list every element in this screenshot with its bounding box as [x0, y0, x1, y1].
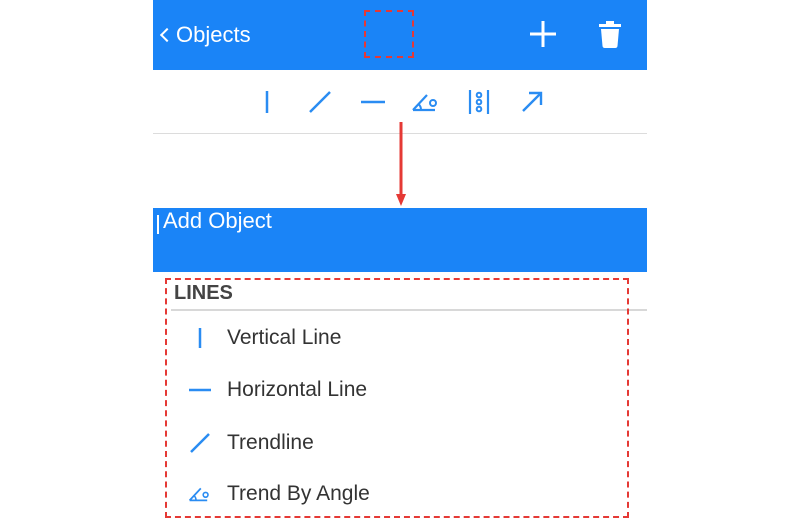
object-type-list: LINES Vertical Line Horizontal Line Tren… [153, 272, 647, 505]
fibonacci-icon [468, 90, 490, 114]
objects-back-button[interactable]: Objects [158, 0, 251, 70]
menu-item-label: Horizontal Line [227, 378, 368, 401]
down-arrow-connector [396, 122, 406, 206]
section-divider [171, 309, 647, 311]
plus-icon [530, 21, 556, 47]
horizontal-line-icon [189, 388, 211, 392]
menu-item-horizontal-line[interactable]: Horizontal Line [173, 366, 613, 414]
menu-item-trend-by-angle[interactable]: Trend By Angle [173, 470, 613, 518]
trendline-icon [190, 433, 210, 453]
tool-arrow[interactable] [517, 87, 547, 117]
chevron-left-icon [157, 215, 159, 234]
tool-trend-by-angle[interactable] [411, 87, 441, 117]
horizontal-line-icon [361, 100, 385, 104]
menu-item-label: Trend By Angle [227, 482, 370, 505]
section-header-lines: LINES [174, 282, 233, 304]
vertical-line-icon [265, 91, 269, 113]
menu-item-label: Trendline [227, 431, 314, 454]
objects-title: Objects [176, 22, 251, 47]
menu-item-vertical-line[interactable]: Vertical Line [173, 314, 613, 362]
tool-fibonacci[interactable] [464, 87, 494, 117]
arrow-icon [522, 91, 543, 112]
tool-horizontal-line[interactable] [358, 87, 388, 117]
vertical-line-icon [198, 328, 202, 348]
trash-icon[interactable] [597, 19, 623, 49]
add-object-button[interactable] [519, 11, 567, 57]
add-object-header: Add Object [153, 208, 647, 272]
chevron-left-icon [159, 27, 175, 43]
trend-by-angle-icon [412, 94, 437, 112]
trend-by-angle-icon [188, 487, 209, 502]
tool-trendline[interactable] [305, 87, 335, 117]
add-object-title: Add Object [163, 208, 272, 233]
add-object-back-button[interactable]: Add Object [153, 208, 647, 272]
objects-header: Objects [153, 0, 647, 70]
trendline-icon [309, 91, 331, 113]
menu-item-label: Vertical Line [227, 326, 342, 349]
tool-vertical-line[interactable] [252, 87, 282, 117]
menu-item-trendline[interactable]: Trendline [173, 419, 613, 467]
